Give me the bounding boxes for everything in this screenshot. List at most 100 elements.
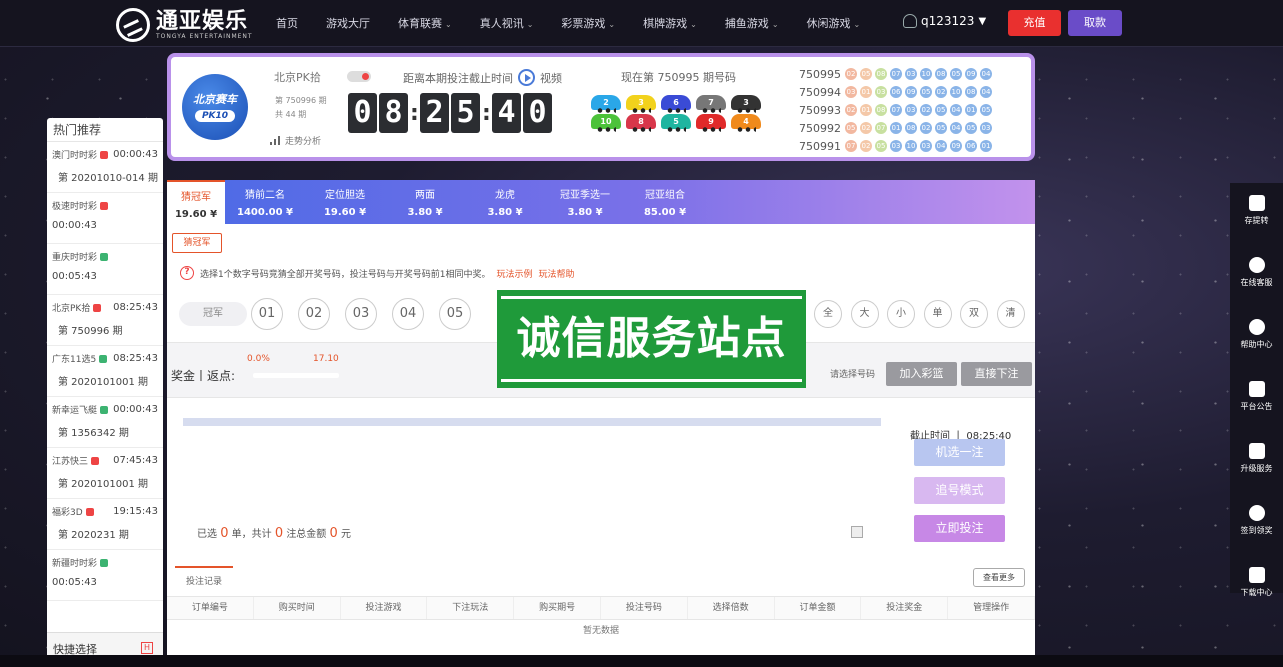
- nav-item-3[interactable]: 真人视讯 ⌄: [466, 0, 548, 47]
- nav-item-6[interactable]: 捕鱼游戏 ⌄: [711, 0, 793, 47]
- rebate-label: 奖金丨返点:: [171, 369, 236, 383]
- number-ball-01[interactable]: 01: [251, 298, 283, 330]
- hot-list-item[interactable]: 江苏快三 07:45:43 第 2020101001 期: [47, 448, 163, 499]
- speaker-icon: [1248, 381, 1265, 397]
- nav-item-7[interactable]: 休闲游戏 ⌄: [793, 0, 875, 47]
- right-tool-bar: 存提转 在线客服 帮助中心 平台公告 升级服务 签到领奖 下载中心: [1230, 183, 1283, 597]
- quick-pick-0[interactable]: 全: [814, 300, 842, 328]
- trend-analysis-link[interactable]: 走势分析: [270, 134, 321, 147]
- submit-bet-button[interactable]: 立即投注: [914, 515, 1005, 542]
- side-tool-6[interactable]: 下载中心: [1230, 555, 1283, 617]
- quick-pick-1[interactable]: 大: [850, 300, 879, 328]
- nav-item-2[interactable]: 体育联赛 ⌄: [384, 0, 466, 47]
- nav-item-1[interactable]: 游戏大厅: [312, 0, 384, 47]
- quick-pick-3[interactable]: 单: [923, 300, 952, 328]
- hot-list-item[interactable]: 新疆时时彩 00:05:43: [47, 550, 163, 601]
- game-name: 北京PK拾: [274, 71, 321, 84]
- example-link[interactable]: 玩法示例: [496, 267, 532, 280]
- tab-play-type-4[interactable]: 龙虎 3.80 ¥: [465, 180, 545, 224]
- hot-item-time: 00:00:43: [113, 149, 158, 160]
- records-column-header: 投注号码: [601, 597, 688, 619]
- logo-mark-icon: [116, 8, 150, 42]
- race-car-icon: 7: [696, 95, 726, 113]
- tab-play-type-2[interactable]: 定位胆选 19.60 ¥: [305, 180, 385, 224]
- subtab-guess-champion[interactable]: 猜冠军: [172, 233, 222, 253]
- select-all-checkbox[interactable]: [851, 526, 863, 538]
- result-ball: 07: [890, 104, 902, 116]
- result-ball: 02: [860, 122, 872, 134]
- help-link[interactable]: 玩法帮助: [538, 267, 574, 280]
- rebate-slider[interactable]: [253, 373, 339, 378]
- result-ball: 03: [890, 140, 902, 152]
- user-menu[interactable]: q123123 ▼: [903, 14, 986, 28]
- result-row: 750992 05 02 07 01 08 02 05 04 05 03: [799, 119, 995, 137]
- view-more-button[interactable]: 查看更多: [973, 568, 1025, 587]
- hot-list-item[interactable]: 重庆时时彩 00:05:43: [47, 244, 163, 295]
- logo-text: 通亚娱乐: [156, 8, 249, 34]
- nav-item-0[interactable]: 首页: [262, 0, 312, 47]
- hot-item-time: 08:25:43: [113, 302, 158, 313]
- nav-item-4[interactable]: 彩票游戏 ⌄: [547, 0, 629, 47]
- side-tool-3[interactable]: 平台公告: [1230, 369, 1283, 431]
- tab-bet-records[interactable]: 投注记录: [175, 566, 233, 596]
- video-play-icon[interactable]: [518, 69, 535, 86]
- records-table-header: 订单编号 购买时间 投注游戏 下注玩法 购买期号 投注号码 选择倍数 订单金额 投注奖金 管理操作: [167, 596, 1035, 620]
- quick-pick-5[interactable]: 清: [996, 300, 1025, 328]
- side-tool-2[interactable]: 帮助中心: [1230, 307, 1283, 369]
- tab-odds: 85.00 ¥: [643, 207, 687, 218]
- direct-bet-button[interactable]: 直接下注: [961, 362, 1032, 386]
- hot-list-item[interactable]: 广东11选5 08:25:43 第 2020101001 期: [47, 346, 163, 397]
- top-navigation-bar: 通亚娱乐 TONGYA ENTERTAINMENT 首页 游戏大厅 体育联赛 ⌄ 真人视…: [0, 0, 1283, 47]
- hot-list-item[interactable]: 极速时时彩 00:00:43: [47, 193, 163, 244]
- question-icon: ?: [180, 266, 194, 280]
- tab-play-type-6[interactable]: 冠亚组合 85.00 ¥: [625, 180, 705, 224]
- tab-play-type-1[interactable]: 猜前二名 1400.00 ¥: [225, 180, 305, 224]
- random-pick-button[interactable]: 机选一注: [914, 439, 1005, 466]
- tab-label: 冠亚季选一: [560, 190, 610, 201]
- tab-play-type-3[interactable]: 两面 3.80 ¥: [385, 180, 465, 224]
- result-ball: 03: [845, 86, 857, 98]
- issue-info: 第 750996 期 共 44 期: [275, 96, 327, 119]
- hot-list-item[interactable]: 北京PK拾 08:25:43 第 750996 期: [47, 295, 163, 346]
- hot-item-name: 福彩3D: [52, 508, 83, 518]
- number-ball-02[interactable]: 02: [298, 298, 330, 330]
- chase-mode-button[interactable]: 追号模式: [914, 477, 1005, 504]
- result-ball: 05: [935, 104, 947, 116]
- hot-item-header: 江苏快三 07:45:43: [52, 454, 158, 467]
- side-tool-0[interactable]: 存提转: [1230, 183, 1283, 245]
- number-ball-03[interactable]: 03: [345, 298, 377, 330]
- side-tool-5[interactable]: 签到领奖: [1230, 493, 1283, 555]
- side-tool-1[interactable]: 在线客服: [1230, 245, 1283, 307]
- hot-list-item[interactable]: 新幸运飞艇 00:00:43 第 1356342 期: [47, 397, 163, 448]
- number-ball-05[interactable]: 05: [439, 298, 471, 330]
- user-icon: [903, 14, 917, 28]
- result-ball: 01: [980, 140, 992, 152]
- side-tool-label: 帮助中心: [1240, 340, 1273, 349]
- result-ball: 04: [950, 122, 962, 134]
- tab-play-type-5[interactable]: 冠亚季选一 3.80 ¥: [545, 180, 625, 224]
- race-car-icon: 3: [731, 95, 761, 113]
- records-column-header: 管理操作: [948, 597, 1035, 619]
- result-ball: 08: [935, 68, 947, 80]
- recharge-button[interactable]: 充值: [1008, 10, 1061, 36]
- side-tool-4[interactable]: 升级服务: [1230, 431, 1283, 493]
- hot-item-name: 广东11选5: [52, 355, 97, 365]
- result-ball: 02: [845, 104, 857, 116]
- quick-pick-4[interactable]: 双: [960, 300, 988, 328]
- countdown-digit: 4: [492, 93, 521, 133]
- sound-toggle[interactable]: [347, 71, 371, 82]
- add-to-cart-button[interactable]: 加入彩篮: [886, 362, 957, 386]
- chevron-down-icon: ⌄: [445, 20, 452, 29]
- site-logo[interactable]: 通亚娱乐 TONGYA ENTERTAINMENT: [116, 8, 253, 42]
- tab-play-type-0[interactable]: 猜冠军 19.60 ¥: [167, 180, 225, 224]
- video-link[interactable]: 视频: [540, 70, 562, 86]
- withdraw-button[interactable]: 取款: [1068, 10, 1122, 36]
- hot-list-item[interactable]: 澳门时时彩 00:00:43 第 20201010-014 期: [47, 142, 163, 193]
- hot-list-item[interactable]: 福彩3D 19:15:43 第 2020231 期: [47, 499, 163, 550]
- tab-odds: 19.60 ¥: [174, 209, 218, 220]
- result-ball: 07: [890, 68, 902, 80]
- quick-pick-2[interactable]: 小: [887, 300, 915, 328]
- number-ball-04[interactable]: 04: [392, 298, 424, 330]
- race-car-icon: 6: [661, 95, 691, 113]
- nav-item-5[interactable]: 棋牌游戏 ⌄: [629, 0, 711, 47]
